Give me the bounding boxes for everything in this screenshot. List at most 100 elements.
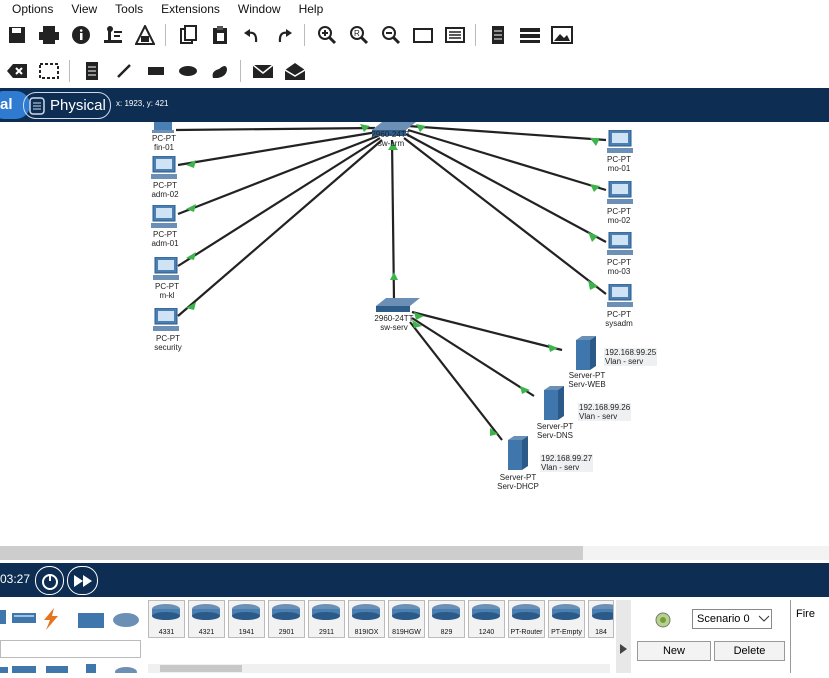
pc-mkl-name: m-kl <box>159 291 175 300</box>
link-security <box>177 139 383 317</box>
router-icon <box>592 604 613 620</box>
panel-divider[interactable] <box>616 600 631 673</box>
device-model-label: 1941 <box>238 629 255 636</box>
pc-icon[interactable] <box>152 308 180 332</box>
device-model-2911[interactable]: 2911 <box>308 600 345 638</box>
pc-security-label: PC-PT security <box>142 334 194 352</box>
device-model-label: 184 <box>595 629 607 636</box>
topology-links <box>175 124 607 441</box>
delete-scenario-button[interactable]: Delete <box>714 641 785 661</box>
server-icon[interactable] <box>506 436 530 470</box>
srv-web-vlan: Vlan - serv <box>605 357 644 366</box>
srv-dns-vlan: Vlan - serv <box>579 412 618 421</box>
link-dns <box>411 317 535 397</box>
srv-web-annotation: 192.168.99.25 Vlan - serv <box>604 348 658 366</box>
device-model-pt-empty[interactable]: PT-Empty <box>548 600 585 638</box>
pc-mo01-name: mo-01 <box>607 164 631 173</box>
device-model-1941[interactable]: 1941 <box>228 600 265 638</box>
device-category-icon <box>86 664 96 673</box>
device-search-box[interactable] <box>0 640 141 658</box>
pc-icon[interactable] <box>606 181 634 205</box>
sw-serv-name: sw-serv <box>380 323 408 332</box>
pc-icon[interactable] <box>150 122 176 134</box>
pc-mo03-label: PC-PT mo-03 <box>596 258 642 276</box>
link-dot <box>390 272 398 280</box>
new-scenario-button[interactable]: New <box>637 641 711 661</box>
server-icon[interactable] <box>574 336 598 370</box>
device-model-label: 2911 <box>318 629 335 636</box>
pc-icon[interactable] <box>606 284 634 308</box>
scrollbar-thumb[interactable] <box>0 546 583 560</box>
device-category-icon <box>46 666 68 673</box>
srv-web-ip: 192.168.99.25 <box>605 348 657 357</box>
pc-mkl-label: PC-PT m-kl <box>142 282 192 300</box>
device-model-pt-router[interactable]: PT-Router <box>508 600 545 638</box>
pc-adm02-label: PC-PT adm-02 <box>140 181 190 199</box>
srv-dhcp-type: Server-PT <box>499 473 537 482</box>
link-fin01 <box>175 126 376 132</box>
pc-icon[interactable] <box>606 130 634 154</box>
cloud-icon <box>113 613 139 627</box>
device-category-icon <box>0 610 6 624</box>
pc-security-name: security <box>154 343 182 352</box>
pc-icon[interactable] <box>150 156 178 180</box>
srv-web-name: Serv-WEB <box>568 380 606 389</box>
sw-serv-label: 2960-24TT sw-serv <box>368 314 420 332</box>
fire-column-header: Fire <box>796 608 815 620</box>
router-icon <box>152 604 180 620</box>
pc-mo02-name: mo-02 <box>607 216 631 225</box>
power-cycle-button[interactable] <box>35 566 64 595</box>
pc-mo02-type: PC-PT <box>607 207 631 216</box>
switch-icon[interactable] <box>374 298 422 314</box>
device-model-label: 819IOX <box>354 629 379 636</box>
sw-serv-type: 2960-24TT <box>374 314 414 323</box>
sw-arm-name: sw-arm <box>377 139 405 148</box>
pc-adm02-name: adm-02 <box>151 190 179 199</box>
device-list-scroll-thumb[interactable] <box>160 665 242 672</box>
device-model-4331[interactable]: 4331 <box>148 600 185 638</box>
pc-sysadm-name: sysadm <box>605 319 633 328</box>
pc-security-type: PC-PT <box>156 334 180 343</box>
pc-mo02-label: PC-PT mo-02 <box>596 207 642 225</box>
pc-icon[interactable] <box>152 257 180 281</box>
router-icon <box>432 604 460 620</box>
device-category-icons <box>0 608 139 630</box>
device-model-4321[interactable]: 4321 <box>188 600 225 638</box>
pc-adm01-label: PC-PT adm-01 <box>140 230 190 248</box>
fast-forward-icon <box>73 574 92 587</box>
srv-dns-annotation: 192.168.99.26 Vlan - serv <box>578 403 632 421</box>
link-web <box>411 310 563 352</box>
device-model-label: 2901 <box>278 629 295 636</box>
pc-fin01-label: PC-PT fin-01 <box>140 134 188 152</box>
srv-dhcp-annotation: 192.168.99.27 Vlan - serv <box>540 454 594 472</box>
server-icon[interactable] <box>542 386 566 420</box>
fast-forward-button[interactable] <box>67 566 98 595</box>
link-dhcp <box>409 321 503 441</box>
device-model-2901[interactable]: 2901 <box>268 600 305 638</box>
device-model-184x[interactable]: 184 <box>588 600 614 638</box>
time-display: 03:27 <box>0 572 31 586</box>
scenario-select[interactable]: Scenario 0 <box>692 609 772 629</box>
pc-mo01-type: PC-PT <box>607 155 631 164</box>
pc-mo01-label: PC-PT mo-01 <box>596 155 642 173</box>
sw-arm-type: 2960-24TT <box>371 130 411 139</box>
device-model-label: 1240 <box>478 629 495 636</box>
lightning-icon <box>44 608 58 630</box>
device-model-label: PT-Router <box>510 629 543 636</box>
pc-icon[interactable] <box>150 205 178 229</box>
scenario-indicator-icon <box>655 612 671 628</box>
srv-dns-label: Server-PT Serv-DNS <box>528 422 582 440</box>
pc-fin01-type: PC-PT <box>152 134 176 143</box>
pc-icon[interactable] <box>606 232 634 256</box>
panel-separator <box>790 600 791 673</box>
device-model-829[interactable]: 829 <box>428 600 465 638</box>
link-dot <box>548 344 558 352</box>
router-icon <box>472 604 500 620</box>
device-model-1240[interactable]: 1240 <box>468 600 505 638</box>
cloud-icon <box>115 667 137 673</box>
device-category-icon <box>12 666 36 673</box>
device-model-819hgw[interactable]: 819HGW <box>388 600 425 638</box>
link-sysadm <box>403 137 607 295</box>
device-model-819iox[interactable]: 819IOX <box>348 600 385 638</box>
srv-web-label: Server-PT Serv-WEB <box>560 371 614 389</box>
